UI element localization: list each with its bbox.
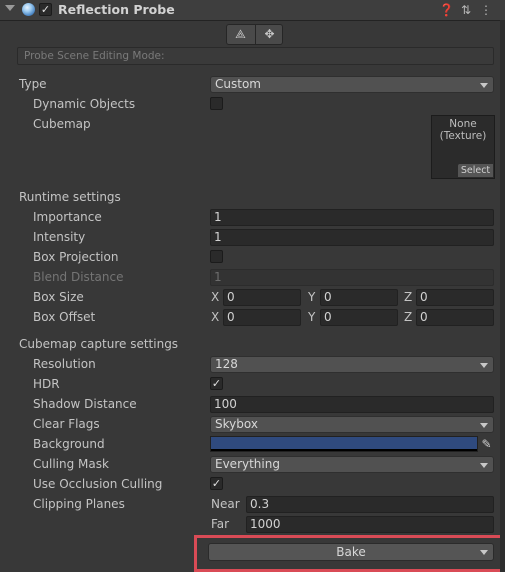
- occlusion-culling-checkbox[interactable]: ✓: [210, 477, 223, 490]
- bake-button[interactable]: Bake: [208, 543, 494, 561]
- cubemap-label: Cubemap: [33, 117, 91, 131]
- capture-settings-heading: Cubemap capture settings: [19, 337, 179, 351]
- dynamic-objects-checkbox[interactable]: [210, 97, 223, 110]
- resolution-label: Resolution: [33, 357, 96, 371]
- box-size-x-field[interactable]: 0: [223, 289, 301, 306]
- shadow-distance-field[interactable]: 100: [210, 396, 494, 413]
- clear-flags-value: Skybox: [215, 417, 258, 431]
- near-label: Near: [211, 497, 240, 511]
- far-label: Far: [211, 517, 230, 531]
- background-color-field[interactable]: [210, 436, 478, 452]
- clear-flags-label: Clear Flags: [33, 417, 100, 431]
- move-origin-icon[interactable]: ✥: [255, 25, 283, 44]
- scrollbar-track[interactable]: [500, 20, 505, 572]
- cubemap-texture-slot[interactable]: None (Texture) Select: [431, 115, 495, 179]
- box-size-z-field[interactable]: 0: [416, 289, 494, 306]
- chevron-down-icon: [480, 463, 488, 468]
- importance-label: Importance: [33, 210, 102, 224]
- eyedropper-icon[interactable]: ✎: [479, 436, 494, 452]
- type-value: Custom: [215, 77, 261, 91]
- importance-field[interactable]: 1: [210, 209, 494, 226]
- type-dropdown[interactable]: Custom: [210, 76, 494, 93]
- intensity-field[interactable]: 1: [210, 229, 494, 246]
- box-offset-y-label: Y: [308, 310, 316, 324]
- box-projection-checkbox[interactable]: [210, 250, 223, 263]
- alpha-bar: [211, 449, 477, 451]
- box-size-y-label: Y: [308, 290, 316, 304]
- chevron-down-icon[interactable]: [480, 550, 488, 555]
- culling-mask-label: Culling Mask: [33, 457, 109, 471]
- help-icon[interactable]: ❓: [439, 3, 454, 17]
- box-offset-z-field[interactable]: 0: [416, 309, 494, 326]
- type-label: Type: [19, 77, 47, 91]
- clipping-planes-label: Clipping Planes: [33, 497, 125, 511]
- cubemap-select-button[interactable]: Select: [458, 164, 493, 177]
- box-projection-label: Box Projection: [33, 250, 119, 264]
- far-clip-field[interactable]: 1000: [246, 516, 494, 533]
- dynamic-objects-label: Dynamic Objects: [33, 97, 136, 111]
- hdr-label: HDR: [33, 377, 60, 391]
- component-enabled-checkbox[interactable]: ✓: [39, 3, 52, 16]
- culling-mask-value: Everything: [215, 457, 280, 471]
- clear-flags-dropdown[interactable]: Skybox: [210, 416, 494, 433]
- presets-icon[interactable]: ⇅: [459, 3, 473, 17]
- chevron-down-icon: [480, 83, 488, 88]
- foldout-arrow-icon[interactable]: [5, 5, 15, 11]
- box-offset-x-field[interactable]: 0: [223, 309, 301, 326]
- chevron-down-icon: [480, 363, 488, 368]
- box-size-label: Box Size: [33, 290, 84, 304]
- probe-editing-mode-field: Probe Scene Editing Mode:: [17, 47, 494, 65]
- hdr-checkbox[interactable]: ✓: [210, 377, 223, 390]
- box-offset-x-label: X: [211, 310, 220, 324]
- cubemap-value: None (Texture): [439, 118, 487, 142]
- resolution-dropdown[interactable]: 128: [210, 356, 494, 373]
- component-title: Reflection Probe: [58, 2, 175, 17]
- box-offset-z-label: Z: [404, 310, 413, 324]
- box-size-z-label: Z: [404, 290, 413, 304]
- box-offset-label: Box Offset: [33, 310, 96, 324]
- edit-mode-toolbar: ⟁ ✥: [226, 24, 283, 45]
- shadow-distance-label: Shadow Distance: [33, 397, 137, 411]
- occlusion-culling-label: Use Occlusion Culling: [33, 477, 163, 491]
- background-label: Background: [33, 437, 105, 451]
- bake-label: Bake: [336, 545, 366, 559]
- more-menu-icon[interactable]: ⋮: [479, 3, 493, 17]
- intensity-label: Intensity: [33, 230, 86, 244]
- culling-mask-dropdown[interactable]: Everything: [210, 456, 494, 473]
- component-header: ✓ Reflection Probe ❓ ⇅ ⋮: [0, 0, 505, 21]
- runtime-settings-heading: Runtime settings: [19, 190, 121, 204]
- box-offset-y-field[interactable]: 0: [320, 309, 398, 326]
- blend-distance-label: Blend Distance: [33, 270, 124, 284]
- chevron-down-icon: [480, 423, 488, 428]
- edit-bounds-icon[interactable]: ⟁: [227, 25, 254, 44]
- box-size-y-field[interactable]: 0: [320, 289, 398, 306]
- blend-distance-field: 1: [210, 269, 494, 286]
- reflection-probe-icon: [22, 3, 35, 16]
- near-clip-field[interactable]: 0.3: [246, 496, 494, 513]
- resolution-value: 128: [215, 357, 238, 371]
- box-size-x-label: X: [211, 290, 220, 304]
